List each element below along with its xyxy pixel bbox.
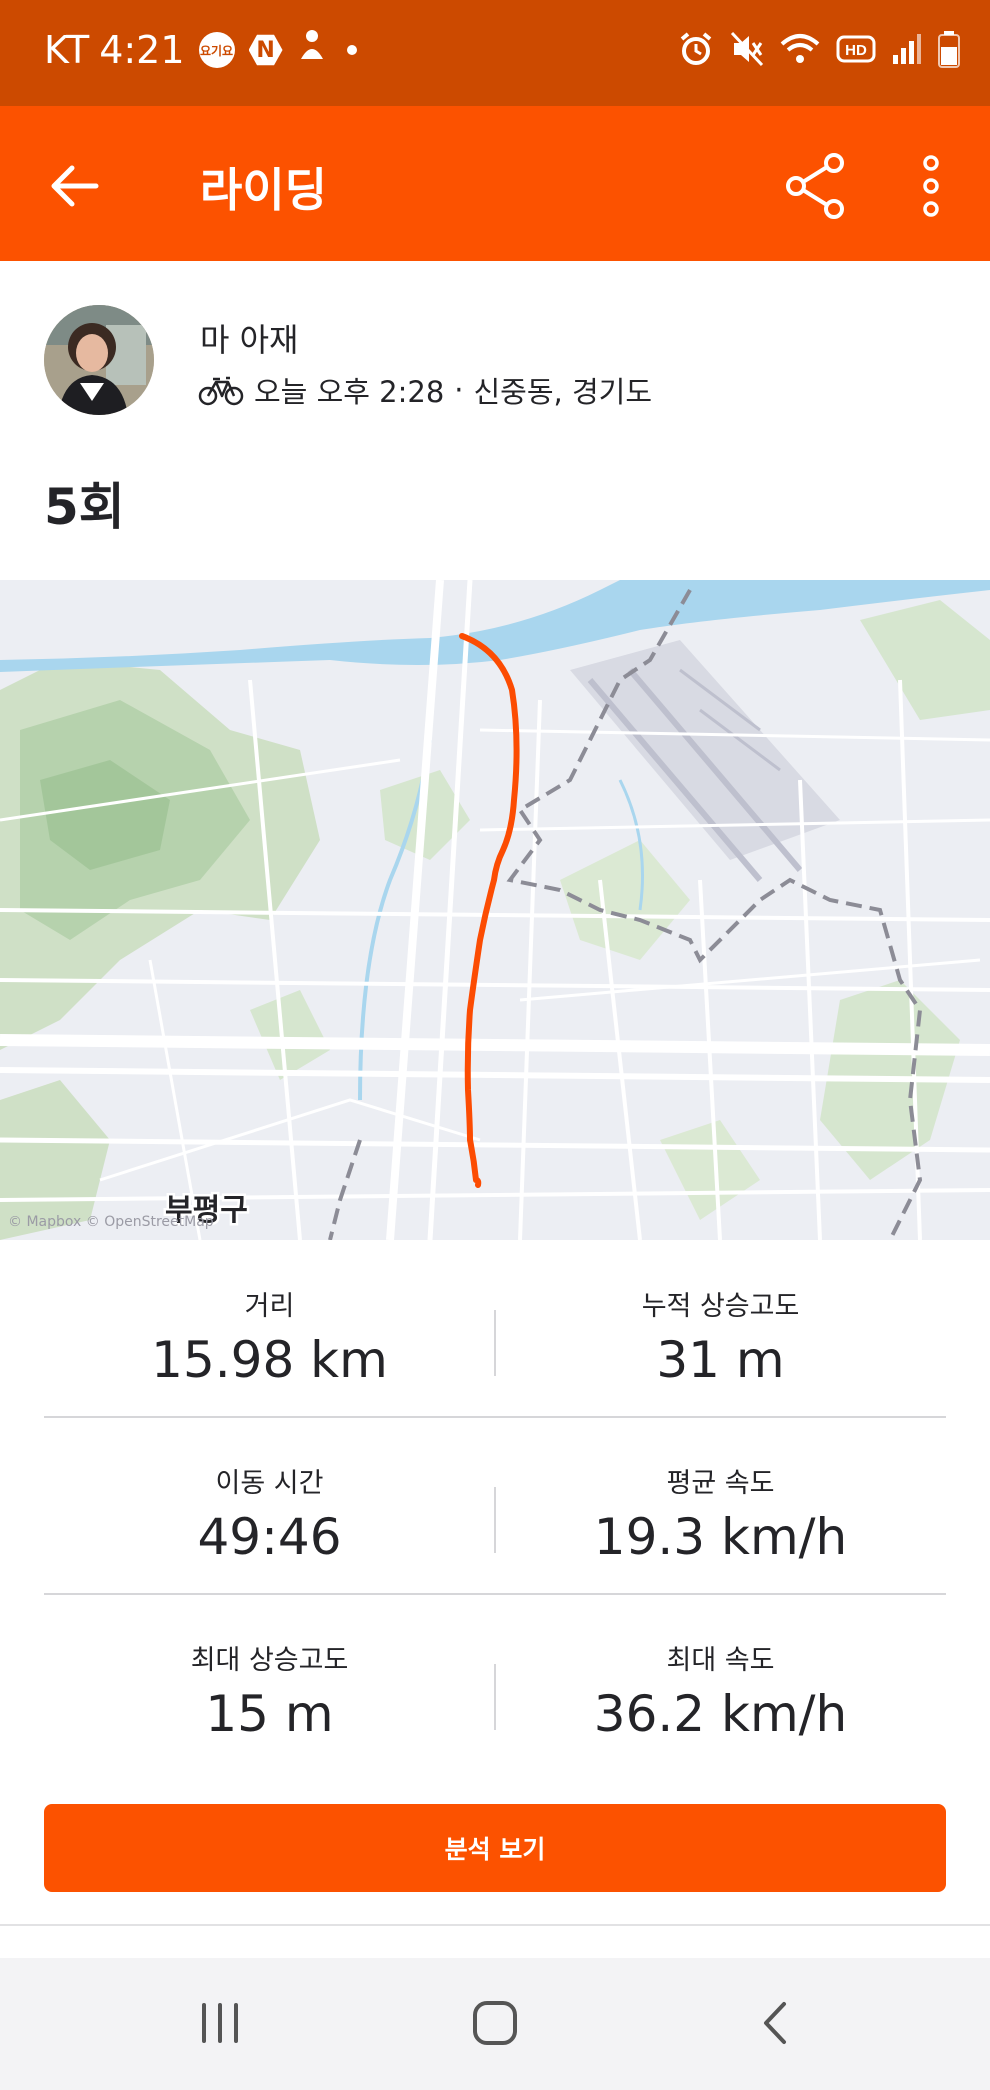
stat-label: 평균 속도 [666,1468,775,1499]
section-divider [0,1924,990,1926]
svg-text:HD: HD [845,42,867,59]
alarm-icon [678,31,714,71]
mute-icon [730,31,764,71]
stat-label: 거리 [244,1291,295,1322]
app-notification-icon [297,28,327,72]
back-button[interactable] [40,151,110,221]
more-notifications-dot-icon [346,45,357,55]
stat-label: 이동 시간 [215,1468,324,1499]
clock: 4:21 [99,28,185,72]
activity-header: 마 아재 오늘 오후 2:28 · 신중동, 경기도 5회 [0,261,990,581]
system-back-button[interactable] [735,1988,815,2058]
wifi-icon [780,32,820,70]
more-options-button[interactable] [906,146,956,226]
recent-apps-button[interactable] [180,1988,260,2058]
stats-row: 최대 상승고도 15 m 최대 속도 36.2 km/h [44,1594,946,1770]
share-icon [786,153,844,219]
page-title: 라이딩 [200,163,327,217]
athlete-name[interactable]: 마 아재 [200,315,299,361]
stat-value: 49:46 [197,1508,342,1566]
stat-elevation-gain: 누적 상승고도 31 m [495,1240,946,1416]
home-button[interactable] [455,1988,535,2058]
share-button[interactable] [776,146,856,226]
system-navigation-bar [0,1958,990,2090]
status-bar-right: HD [678,30,960,72]
stat-max-speed: 최대 속도 36.2 km/h [495,1594,946,1770]
bicycle-icon [198,376,244,406]
stat-max-elevation: 최대 상승고도 15 m [44,1594,495,1770]
stats-row: 거리 15.98 km 누적 상승고도 31 m [44,1240,946,1418]
route-map[interactable]: 부평구 © Mapbox © OpenStreetMap [0,580,990,1240]
app-bar: 라이딩 [0,106,990,261]
yogiyo-notification-icon: 요기요 [198,32,235,68]
more-vertical-icon [923,155,939,217]
home-icon [473,2001,517,2045]
stat-value: 31 m [656,1331,785,1389]
arrow-left-icon [51,165,99,207]
carrier-label: KT [44,28,90,72]
stat-value: 15 m [205,1685,334,1743]
map-attribution[interactable]: © Mapbox © OpenStreetMap [8,1214,214,1230]
stat-distance: 거리 15.98 km [44,1240,495,1416]
activity-location: 신중동, 경기도 [473,375,653,409]
activity-title: 5회 [44,478,125,536]
stat-average-speed: 평균 속도 19.3 km/h [495,1417,946,1593]
battery-icon [938,30,960,72]
chevron-left-icon [764,2002,786,2044]
stat-value: 36.2 km/h [593,1685,848,1743]
stat-value: 19.3 km/h [593,1508,848,1566]
stats-row: 이동 시간 49:46 평균 속도 19.3 km/h [44,1417,946,1595]
naver-notification-icon: N [248,34,283,66]
stat-moving-time: 이동 시간 49:46 [44,1417,495,1593]
stat-label: 최대 속도 [666,1645,775,1676]
view-analysis-button[interactable]: 분석 보기 [44,1804,946,1892]
activity-time: 오늘 오후 2:28 [254,375,445,409]
meta-separator: · [454,373,464,407]
stat-label: 최대 상승고도 [190,1645,349,1676]
hd-voice-icon: HD [836,34,876,68]
status-bar-left: KT 4:21 요기요 N [44,28,357,72]
map-canvas: 부평구 © Mapbox © OpenStreetMap [0,580,990,1240]
stat-label: 누적 상승고도 [641,1291,800,1322]
recent-apps-icon [202,2003,238,2043]
status-bar: KT 4:21 요기요 N HD [0,0,990,106]
activity-meta: 오늘 오후 2:28 · 신중동, 경기도 [198,369,652,411]
stat-value: 15.98 km [151,1331,388,1389]
signal-icon [892,33,922,69]
athlete-avatar[interactable] [44,305,154,415]
